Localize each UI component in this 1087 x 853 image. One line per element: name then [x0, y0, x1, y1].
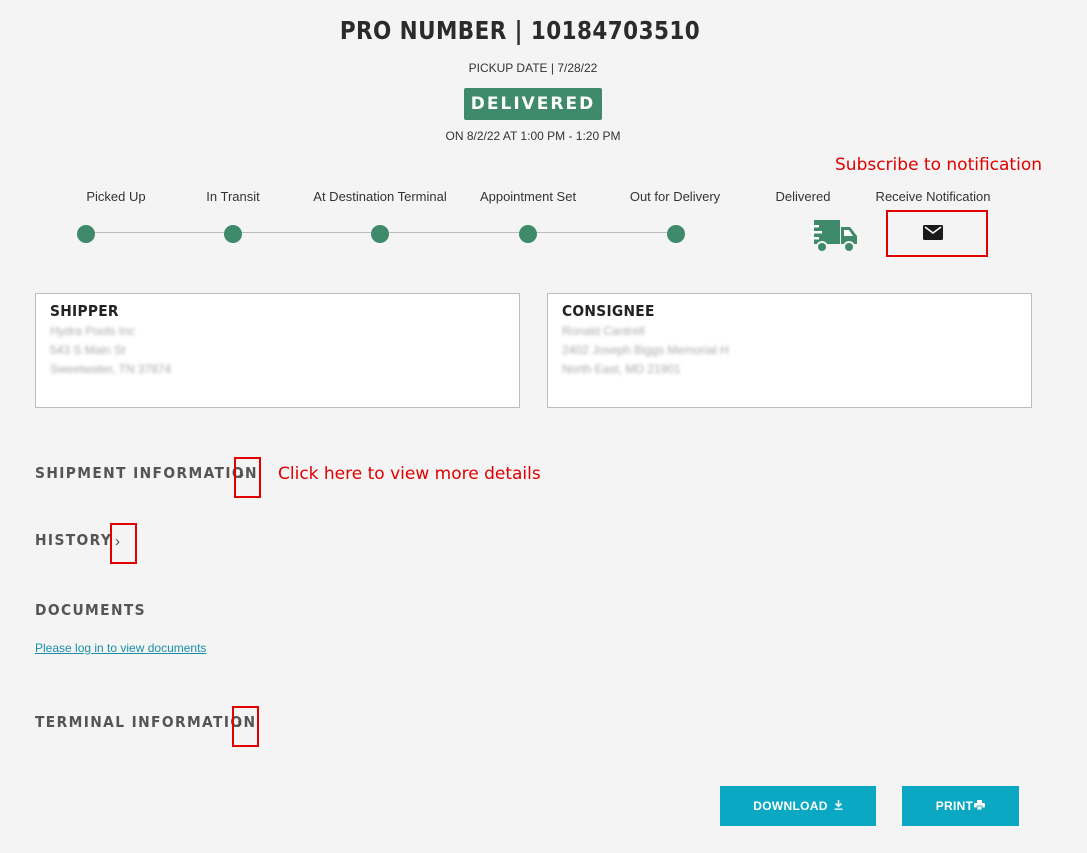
step-dot-in-transit	[224, 225, 242, 243]
consignee-address: 2402 Joseph Biggs Memorial H	[562, 343, 729, 357]
print-label: PRINT	[935, 799, 974, 813]
step-dot-out-for-delivery	[667, 225, 685, 243]
status-badge: DELIVERED	[464, 88, 602, 120]
consignee-name: Ronald Cantrell	[562, 324, 645, 338]
step-label-out-for-delivery: Out for Delivery	[629, 189, 721, 204]
step-dot-destination	[371, 225, 389, 243]
shipper-city: Sweetwater, TN 37874	[50, 362, 172, 376]
step-dot-picked-up	[77, 225, 95, 243]
subscribe-annotation: Subscribe to notification	[835, 155, 1042, 175]
step-label-delivered: Delivered	[775, 189, 831, 204]
notification-highlight-box	[886, 210, 988, 257]
truck-icon	[810, 218, 858, 259]
terminal-information-heading[interactable]: TERMINAL INFORMATION	[35, 713, 256, 731]
consignee-title: CONSIGNEE	[562, 302, 655, 320]
shipper-title: SHIPPER	[50, 302, 119, 320]
documents-heading: DOCUMENTS	[35, 601, 147, 619]
details-annotation: Click here to view more details	[278, 464, 541, 484]
step-label-in-transit: In Transit	[206, 189, 260, 204]
shipment-info-highlight-box	[234, 457, 261, 498]
shipper-address: 543 S Main St	[50, 343, 126, 357]
step-label-picked-up: Picked Up	[86, 189, 146, 204]
pickup-date: PICKUP DATE | 7/28/22	[468, 61, 598, 75]
shipper-name: Hydra Pools Inc	[50, 324, 135, 338]
step-label-appointment: Appointment Set	[479, 189, 577, 204]
history-heading[interactable]: HISTORY	[35, 531, 112, 549]
documents-login-link[interactable]: Please log in to view documents	[35, 641, 206, 655]
printer-icon	[974, 799, 986, 813]
history-highlight-box	[110, 523, 137, 564]
shipment-information-heading[interactable]: SHIPMENT INFORMATION	[35, 464, 258, 482]
consignee-card: CONSIGNEE Ronald Cantrell 2402 Joseph Bi…	[547, 293, 1032, 408]
download-button[interactable]: DOWNLOAD	[720, 786, 876, 826]
terminal-info-highlight-box	[232, 706, 259, 747]
print-button[interactable]: PRINT	[902, 786, 1019, 826]
pro-number-title: PRO NUMBER | 10184703510	[339, 16, 701, 45]
delivered-time: ON 8/2/22 AT 1:00 PM - 1:20 PM	[445, 129, 621, 143]
shipper-card: SHIPPER Hydra Pools Inc 543 S Main St Sw…	[35, 293, 520, 408]
download-label: DOWNLOAD	[753, 799, 828, 813]
step-label-notification: Receive Notification	[875, 189, 991, 204]
step-label-destination: At Destination Terminal	[313, 189, 447, 204]
download-icon	[834, 799, 843, 813]
consignee-city: North East, MD 21901	[562, 362, 681, 376]
step-dot-appointment	[519, 225, 537, 243]
